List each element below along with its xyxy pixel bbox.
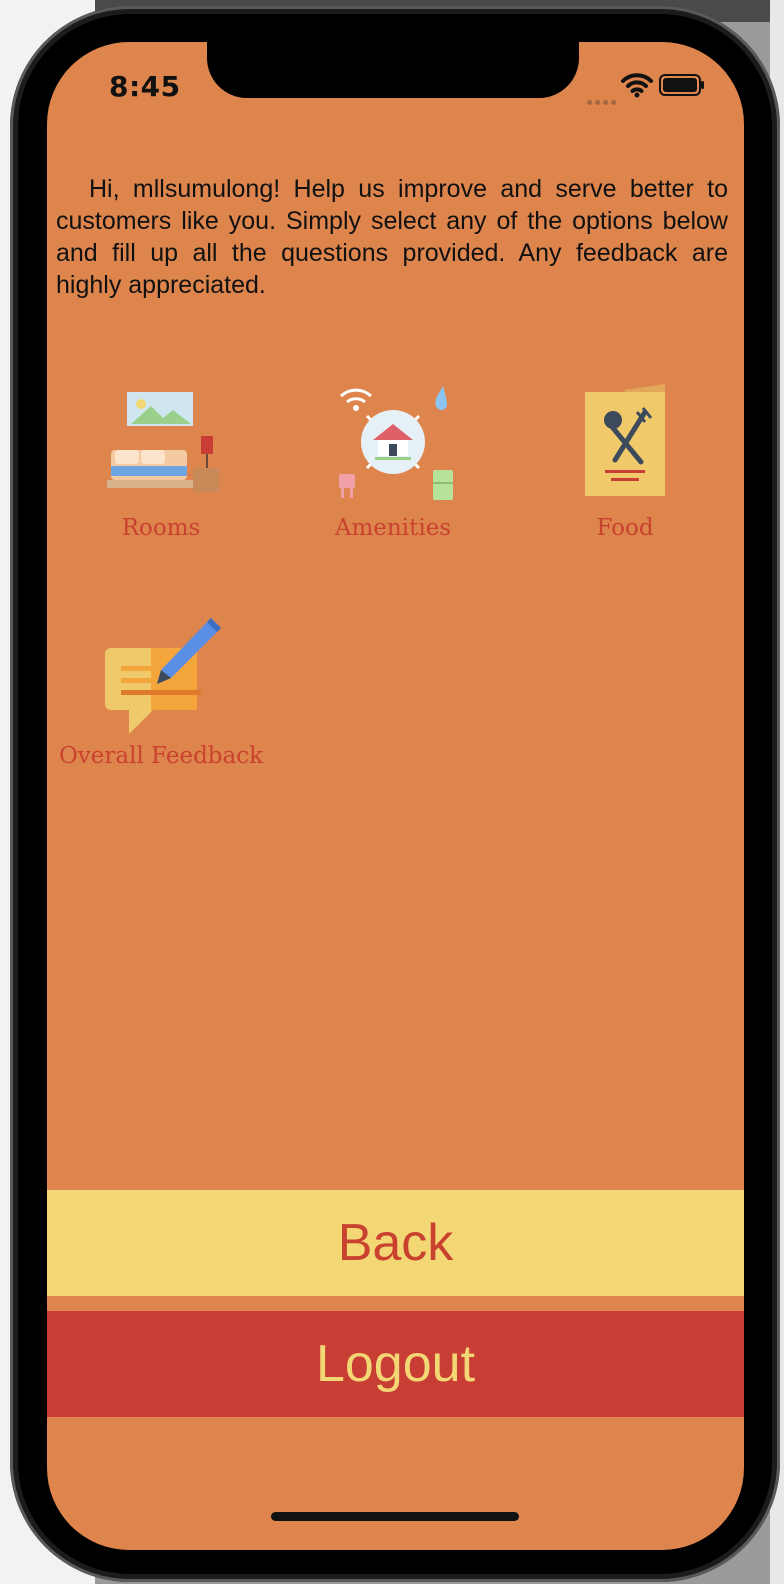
home-indicator[interactable] — [271, 1512, 519, 1521]
smart-home-icon — [339, 386, 453, 500]
back-button[interactable]: Back — [47, 1190, 744, 1296]
option-label: Rooms — [121, 515, 201, 541]
cellular-icon — [587, 90, 619, 105]
option-label: Amenities — [334, 515, 452, 541]
option-label: Overall Feedback — [58, 743, 264, 769]
feedback-pencil-icon — [105, 618, 221, 734]
option-overall-feedback[interactable]: Overall Feedback — [51, 614, 271, 768]
option-label: Food — [596, 515, 654, 541]
wifi-icon — [621, 73, 653, 98]
intro-text: Hi, mllsumulong! Help us improve and ser… — [56, 175, 728, 299]
battery-icon — [659, 74, 704, 96]
app-screen: 8:45 Hi, mllsumulong! Help us improve an… — [47, 42, 744, 1550]
option-food[interactable]: Food — [515, 382, 735, 540]
notch — [207, 42, 579, 98]
menu-book-icon — [585, 384, 665, 496]
option-amenities[interactable]: Amenities — [283, 382, 503, 540]
status-time: 8:45 — [109, 70, 181, 103]
bedroom-icon — [107, 392, 219, 492]
logout-button[interactable]: Logout — [47, 1311, 744, 1417]
option-rooms[interactable]: Rooms — [51, 382, 271, 540]
